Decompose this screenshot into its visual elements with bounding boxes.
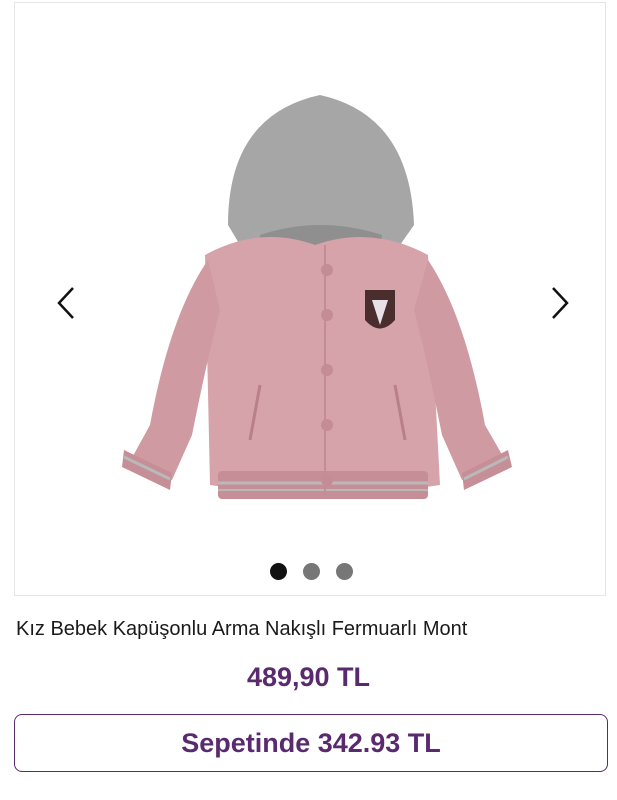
product-image[interactable] xyxy=(110,95,522,507)
chevron-right-icon xyxy=(552,287,569,319)
carousel-next-button[interactable] xyxy=(545,283,575,323)
product-image-carousel xyxy=(14,2,606,596)
carousel-indicator xyxy=(15,561,607,581)
chevron-left-icon xyxy=(57,287,74,319)
carousel-dot-1[interactable] xyxy=(269,562,287,580)
carousel-dot-2[interactable] xyxy=(302,562,320,580)
carousel-dot-3[interactable] xyxy=(335,562,353,580)
product-price: 489,90 TL xyxy=(246,662,371,692)
carousel-prev-button[interactable] xyxy=(51,283,81,323)
basket-price-button[interactable]: Sepetinde 342.93 TL xyxy=(14,714,608,772)
product-title[interactable]: Kız Bebek Kapüşonlu Arma Nakışlı Fermuar… xyxy=(16,618,467,641)
